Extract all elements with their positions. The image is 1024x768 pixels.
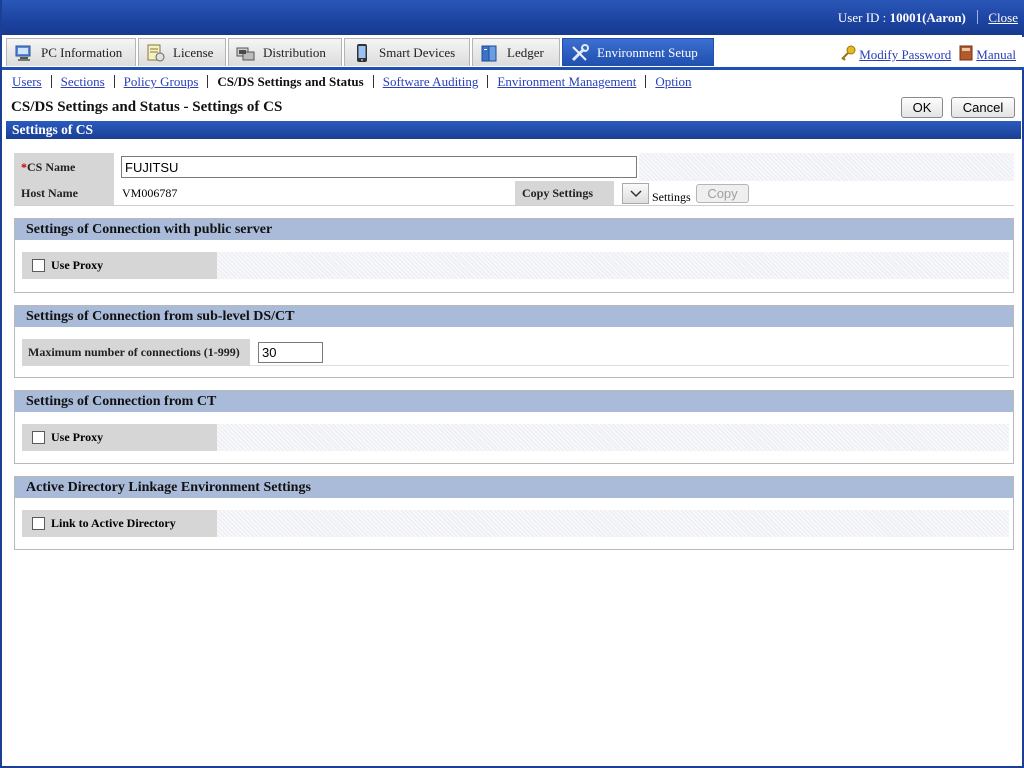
manual-link[interactable]: Manual (976, 47, 1016, 63)
checkbox-label: Use Proxy (51, 430, 104, 444)
copy-settings-dropdown[interactable] (622, 183, 649, 204)
tab-distribution[interactable]: Distribution (228, 38, 342, 66)
subnav-current: CS/DS Settings and Status (217, 74, 364, 89)
top-right-links: Modify Password Manual (840, 45, 1016, 65)
chevron-down-icon (629, 186, 642, 202)
ok-button[interactable]: OK (901, 97, 943, 118)
tab-label: Smart Devices (379, 44, 456, 60)
from-ct-group: Settings of Connection from CT Use Proxy (14, 390, 1014, 464)
link-active-directory-checkbox[interactable] (32, 517, 45, 530)
tab-label: Ledger (507, 44, 544, 60)
main-tabs: PC Information License Distribution Smar… (2, 37, 1024, 67)
header-bar: User ID : 10001(Aaron) Close (2, 0, 1024, 35)
group-title: Settings of Connection from sub-level DS… (15, 306, 1013, 327)
copy-button[interactable]: Copy (696, 184, 749, 203)
use-proxy-row: Use Proxy (22, 424, 1009, 451)
link-ad-row: Link to Active Directory (22, 510, 1009, 537)
user-id-value: 10001(Aaron) (889, 10, 966, 25)
section-header: Settings of CS (6, 121, 1021, 139)
max-connections-label: Maximum number of connections (1-999) (22, 339, 250, 366)
divider (977, 10, 979, 24)
active-directory-group: Active Directory Linkage Environment Set… (14, 476, 1014, 550)
license-icon (145, 43, 167, 63)
copy-settings-suffix: Settings (652, 190, 691, 204)
close-link[interactable]: Close (988, 10, 1018, 25)
tab-label: License (173, 44, 214, 60)
subnav-software-auditing[interactable]: Software Auditing (383, 74, 479, 89)
max-connections-input[interactable]: 30 (258, 342, 323, 363)
tab-environment-setup[interactable]: Environment Setup (562, 38, 714, 66)
group-title: Active Directory Linkage Environment Set… (15, 477, 1013, 498)
cs-name-label: * CS Name (14, 153, 114, 181)
host-name-label: Host Name (14, 181, 114, 205)
tab-pc-information[interactable]: PC Information (6, 38, 136, 66)
tab-label: Distribution (263, 44, 326, 60)
distribution-icon (235, 43, 257, 63)
tools-icon (569, 43, 591, 63)
tab-label: PC Information (41, 44, 123, 60)
subnav-option[interactable]: Option (655, 74, 691, 89)
ledger-icon (479, 43, 501, 63)
use-proxy-checkbox[interactable] (32, 259, 45, 272)
group-title: Settings of Connection from CT (15, 391, 1013, 412)
subnav-policy-groups[interactable]: Policy Groups (124, 74, 199, 89)
key-icon (840, 45, 856, 65)
host-name-value: VM006787 (122, 186, 178, 200)
user-id-label: User ID : (837, 10, 887, 25)
cs-name-input[interactable]: FUJITSU (121, 156, 637, 178)
tab-label: Environment Setup (597, 44, 698, 60)
subnav-environment-management[interactable]: Environment Management (497, 74, 636, 89)
tab-license[interactable]: License (138, 38, 226, 66)
modify-password-link[interactable]: Modify Password (859, 47, 951, 63)
copy-settings-label: Copy Settings (515, 181, 614, 205)
tab-ledger[interactable]: Ledger (472, 38, 560, 66)
sub-level-group: Settings of Connection from sub-level DS… (14, 305, 1014, 378)
page-title: CS/DS Settings and Status - Settings of … (11, 99, 283, 115)
public-server-group: Settings of Connection with public serve… (14, 218, 1014, 293)
subnav-sections[interactable]: Sections (61, 74, 105, 89)
checkbox-label: Link to Active Directory (51, 516, 176, 530)
manual-book-icon (959, 45, 973, 65)
smart-device-icon (351, 43, 373, 63)
cancel-button[interactable]: Cancel (951, 97, 1015, 118)
use-proxy-row: Use Proxy (22, 252, 1009, 279)
group-title: Settings of Connection with public serve… (15, 219, 1013, 240)
checkbox-label: Use Proxy (51, 258, 104, 272)
sub-navigation: Users Sections Policy Groups CS/DS Settings… (2, 67, 1024, 92)
user-info: User ID : 10001(Aaron) Close (838, 10, 1018, 26)
tab-smart-devices[interactable]: Smart Devices (344, 38, 470, 66)
app-window: User ID : 10001(Aaron) Close PC Informat… (0, 0, 1024, 768)
subnav-users[interactable]: Users (12, 74, 42, 89)
use-proxy-checkbox[interactable] (32, 431, 45, 444)
pc-info-icon (13, 43, 35, 63)
